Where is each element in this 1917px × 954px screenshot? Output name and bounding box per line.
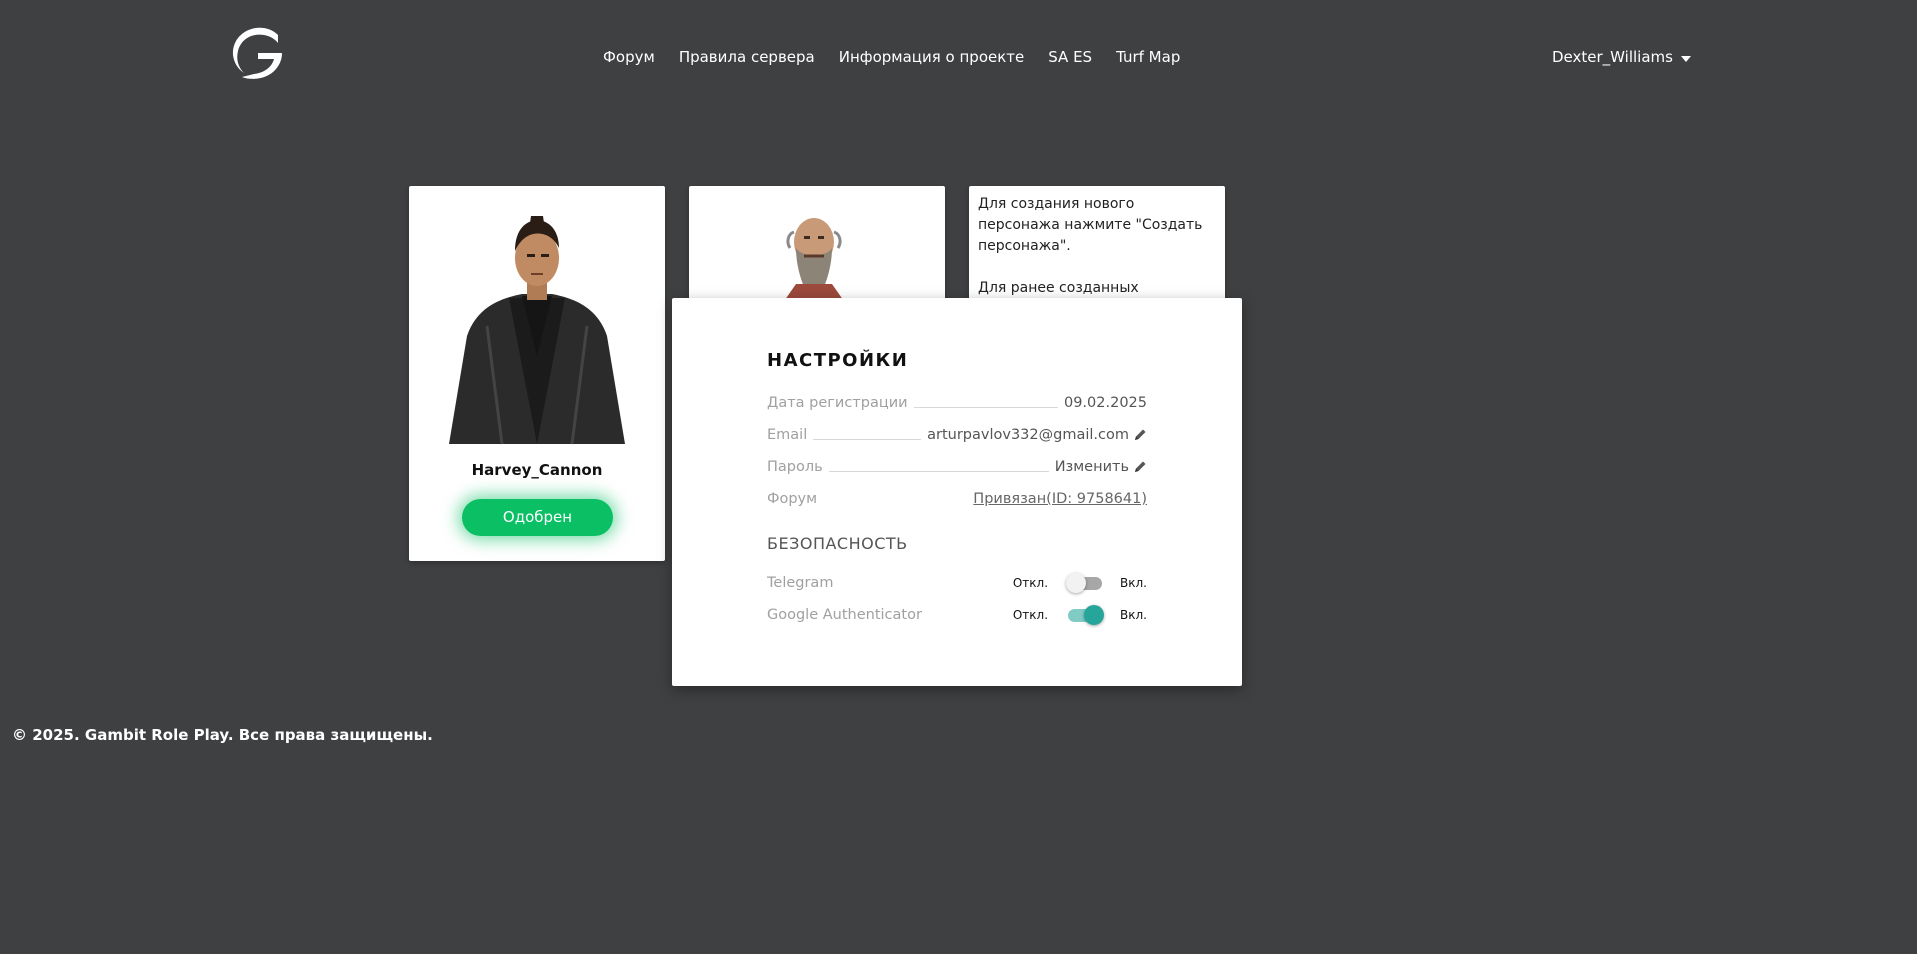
gambit-logo-icon[interactable] — [228, 25, 288, 81]
settings-panel: НАСТРОЙКИ Дата регистрации 09.02.2025 Em… — [672, 298, 1242, 686]
security-title: БЕЗОПАСНОСТЬ — [767, 534, 908, 553]
divider — [828, 471, 1049, 472]
pencil-icon[interactable] — [1133, 460, 1147, 474]
divider — [913, 407, 1058, 408]
on-label: Вкл. — [1120, 608, 1147, 622]
chevron-down-icon — [1680, 55, 1691, 62]
toggle-knob — [1066, 573, 1087, 593]
telegram-toggle[interactable] — [1066, 572, 1103, 594]
telegram-row: Telegram Откл. Вкл. — [767, 572, 1147, 594]
email-label: Email — [767, 427, 808, 443]
settings-title: НАСТРОЙКИ — [767, 350, 909, 371]
reg-date-label: Дата регистрации — [767, 395, 908, 411]
nav-forum[interactable]: Форум — [603, 48, 655, 66]
status-approved-button[interactable]: Одобрен — [462, 499, 613, 536]
nav-sa-es[interactable]: SA ES — [1048, 48, 1092, 66]
google-auth-row: Google Authenticator Откл. Вкл. — [767, 604, 1147, 626]
forum-row: Форум Привязан(ID: 9758641) — [767, 487, 1147, 507]
email-row: Email arturpavlov332@gmail.com — [767, 423, 1147, 443]
reg-date-value: 09.02.2025 — [1063, 395, 1147, 411]
header: Форум Правила сервера Информация о проек… — [0, 0, 1917, 120]
password-value-wrap[interactable]: Изменить — [1055, 459, 1147, 475]
character-card-2[interactable] — [689, 186, 945, 306]
footer-copyright: © 2025. Gambit Role Play. Все права защи… — [12, 726, 433, 744]
email-value-wrap: arturpavlov332@gmail.com — [927, 427, 1147, 443]
off-label: Откл. — [1012, 576, 1049, 590]
telegram-label: Telegram — [767, 575, 834, 591]
reg-date-row: Дата регистрации 09.02.2025 — [767, 391, 1147, 411]
forum-linked-link[interactable]: Привязан(ID: 9758641) — [973, 491, 1147, 507]
password-row: Пароль Изменить — [767, 455, 1147, 475]
character-avatar — [449, 216, 625, 445]
character-avatar-2 — [782, 218, 846, 304]
password-label: Пароль — [767, 459, 823, 475]
character-card[interactable]: Harvey_Cannon Одобрен — [409, 186, 665, 561]
character-name: Harvey_Cannon — [471, 461, 603, 479]
on-label: Вкл. — [1120, 576, 1147, 590]
off-label: Откл. — [1012, 608, 1049, 622]
nav-server-rules[interactable]: Правила сервера — [679, 48, 815, 66]
main-nav: Форум Правила сервера Информация о проек… — [603, 48, 1180, 66]
change-password-link[interactable]: Изменить — [1055, 459, 1129, 475]
username: Dexter_Williams — [1552, 48, 1673, 66]
info-create-text: Для создания нового персонажа нажмите "С… — [978, 196, 1203, 254]
divider — [813, 439, 922, 440]
google-auth-label: Google Authenticator — [767, 607, 922, 623]
email-value: arturpavlov332@gmail.com — [927, 427, 1129, 443]
nav-project-info[interactable]: Информация о проекте — [839, 48, 1025, 66]
nav-turf-map[interactable]: Turf Map — [1116, 48, 1180, 66]
forum-label: Форум — [767, 491, 818, 507]
pencil-icon[interactable] — [1133, 428, 1147, 442]
info-card: Для создания нового персонажа нажмите "С… — [969, 186, 1225, 306]
google-auth-toggle[interactable] — [1066, 604, 1105, 626]
toggle-knob — [1084, 605, 1105, 625]
user-menu[interactable]: Dexter_Williams — [1552, 48, 1691, 66]
